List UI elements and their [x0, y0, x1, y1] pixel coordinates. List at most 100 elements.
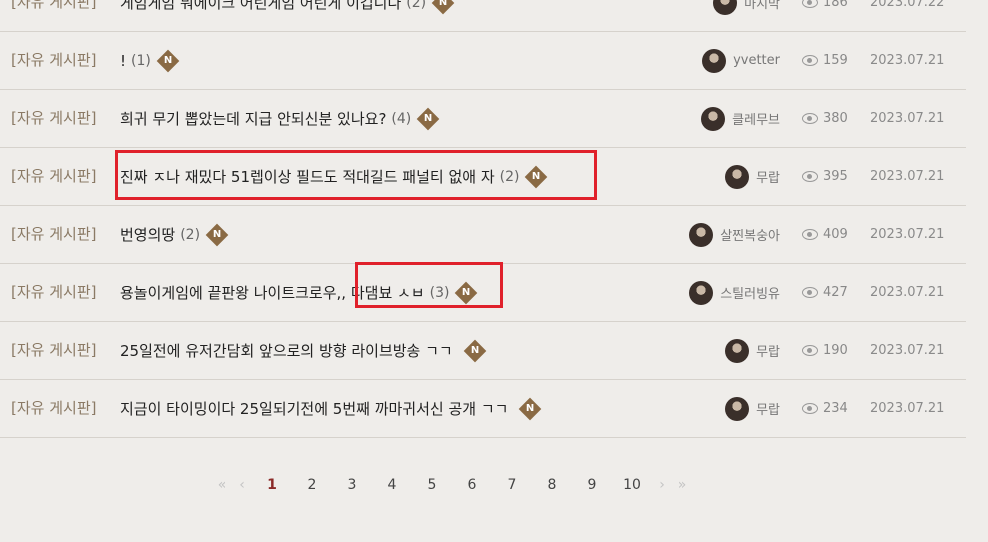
eye-icon [802, 345, 818, 356]
eye-icon [802, 0, 818, 8]
page-link[interactable]: 5 [412, 477, 452, 493]
post-category[interactable]: [자유 게시판] [11, 322, 96, 379]
post-category[interactable]: [자유 게시판] [11, 32, 96, 89]
post-title-link[interactable]: 게임게임 뭐에이크 어린게임 어린게 이겁니다 (2) N [120, 0, 455, 31]
last-page-button[interactable]: » [672, 477, 692, 493]
page-link[interactable]: 2 [292, 477, 332, 493]
post-date: 2023.07.22 [870, 0, 945, 10]
table-row[interactable]: [자유 게시판] 게임게임 뭐에이크 어린게임 어린게 이겁니다 (2) N 마지막… [0, 0, 966, 32]
post-date: 2023.07.21 [870, 343, 945, 358]
page-link[interactable]: 10 [612, 477, 652, 493]
page-link[interactable]: 8 [532, 477, 572, 493]
comment-count: (2) [180, 226, 201, 243]
new-badge-icon: N [156, 49, 180, 72]
post-category[interactable]: [자유 게시판] [11, 90, 96, 147]
post-list: [자유 게시판] 게임게임 뭐에이크 어린게임 어린게 이겁니다 (2) N 마지막… [0, 0, 966, 438]
view-count: 409 [802, 206, 848, 263]
post-title[interactable]: ! [120, 52, 126, 70]
view-count: 380 [802, 90, 848, 147]
author-name[interactable]: 무랍 [756, 341, 780, 360]
post-category[interactable]: [자유 게시판] [11, 380, 96, 437]
post-date: 2023.07.21 [870, 169, 945, 184]
view-count: 234 [802, 380, 848, 437]
author-name[interactable]: 살찐복숭아 [720, 225, 780, 244]
post-title-link[interactable]: 지금이 타이밍이다 25일되기전에 5번째 까마귀서신 공개 ㄱㄱ N [120, 380, 542, 437]
post-date: 2023.07.21 [870, 111, 945, 126]
avatar [689, 280, 714, 305]
view-count: 395 [802, 148, 848, 205]
author-name[interactable]: 무랍 [756, 399, 780, 418]
author[interactable]: 마지막 [713, 0, 780, 31]
table-row[interactable]: [자유 게시판] 25일전에 유저간담회 앞으로의 방향 라이브방송 ㄱㄱ N 무… [0, 322, 966, 380]
table-row[interactable]: [자유 게시판] 번영의땅 (2) N 살찐복숭아 409 2023.07.21 [0, 206, 966, 264]
author-name[interactable]: 마지막 [744, 0, 780, 12]
author[interactable]: 살찐복숭아 [689, 206, 780, 263]
author-name[interactable]: 스틸러빙유 [720, 283, 780, 302]
author-name[interactable]: 무랍 [756, 167, 780, 186]
new-badge-icon: N [205, 223, 229, 246]
view-count: 190 [802, 322, 848, 379]
author-name[interactable]: yvetter [733, 53, 780, 68]
post-title[interactable]: 희귀 무기 뽑았는데 지급 안되신분 있나요? [120, 108, 386, 129]
new-badge-icon: N [416, 107, 440, 130]
page-link[interactable]: 4 [372, 477, 412, 493]
author[interactable]: 스틸러빙유 [689, 264, 780, 321]
avatar [725, 164, 750, 189]
avatar [725, 396, 750, 421]
table-row[interactable]: [자유 게시판] 희귀 무기 뽑았는데 지급 안되신분 있나요? (4) N 클레무… [0, 90, 966, 148]
post-title-link[interactable]: 희귀 무기 뽑았는데 지급 안되신분 있나요? (4) N [120, 90, 440, 147]
avatar [701, 106, 726, 131]
prev-page-button[interactable]: ‹ [232, 477, 252, 493]
first-page-button[interactable]: « [212, 477, 232, 493]
comment-count: (1) [131, 52, 151, 69]
post-title[interactable]: 게임게임 뭐에이크 어린게임 어린게 이겁니다 [120, 0, 401, 13]
post-date: 2023.07.21 [870, 401, 945, 416]
avatar [725, 338, 750, 363]
eye-icon [802, 229, 818, 240]
eye-icon [802, 113, 818, 124]
avatar [713, 0, 738, 15]
author[interactable]: 무랍 [725, 148, 780, 205]
post-category[interactable]: [자유 게시판] [11, 148, 96, 205]
post-title[interactable]: 25일전에 유저간담회 앞으로의 방향 라이브방송 ㄱㄱ [120, 340, 453, 361]
post-title-link[interactable]: 25일전에 유저간담회 앞으로의 방향 라이브방송 ㄱㄱ N [120, 322, 487, 379]
author-name[interactable]: 클레무브 [732, 109, 780, 128]
author[interactable]: 무랍 [725, 322, 780, 379]
post-date: 2023.07.21 [870, 53, 945, 68]
new-badge-icon: N [463, 339, 487, 362]
avatar [702, 48, 727, 73]
comment-count: (4) [391, 110, 412, 127]
author[interactable]: yvetter [702, 32, 780, 89]
author[interactable]: 클레무브 [701, 90, 780, 147]
post-date: 2023.07.21 [870, 227, 945, 242]
table-row[interactable]: [자유 게시판] 지금이 타이밍이다 25일되기전에 5번째 까마귀서신 공개 … [0, 380, 966, 438]
avatar [689, 222, 714, 247]
eye-icon [802, 287, 818, 298]
post-category[interactable]: [자유 게시판] [11, 0, 96, 31]
pagination: « ‹ 1 2 3 4 5 6 7 8 9 10 › » [212, 472, 692, 498]
page-link[interactable]: 1 [252, 477, 292, 493]
post-title[interactable]: 지금이 타이밍이다 25일되기전에 5번째 까마귀서신 공개 ㄱㄱ [120, 398, 508, 419]
page-link[interactable]: 7 [492, 477, 532, 493]
view-count: 159 [802, 32, 848, 89]
next-page-button[interactable]: › [652, 477, 672, 493]
eye-icon [802, 403, 818, 414]
new-badge-icon: N [519, 397, 542, 420]
new-badge-icon: N [431, 0, 455, 14]
eye-icon [802, 171, 818, 182]
table-row[interactable]: [자유 게시판] ! (1) N yvetter 159 2023.07.21 [0, 32, 966, 90]
comment-count: (2) [406, 0, 427, 11]
post-date: 2023.07.21 [870, 285, 945, 300]
post-category[interactable]: [자유 게시판] [11, 264, 96, 321]
page-link[interactable]: 6 [452, 477, 492, 493]
post-title[interactable]: 번영의땅 [120, 224, 175, 245]
post-category[interactable]: [자유 게시판] [11, 206, 96, 263]
view-count: 186 [802, 0, 848, 31]
post-title-link[interactable]: ! (1) N [120, 32, 180, 89]
eye-icon [802, 55, 818, 66]
post-title-link[interactable]: 번영의땅 (2) N [120, 206, 229, 263]
highlight-box [355, 262, 503, 308]
page-link[interactable]: 9 [572, 477, 612, 493]
author[interactable]: 무랍 [725, 380, 780, 437]
page-link[interactable]: 3 [332, 477, 372, 493]
